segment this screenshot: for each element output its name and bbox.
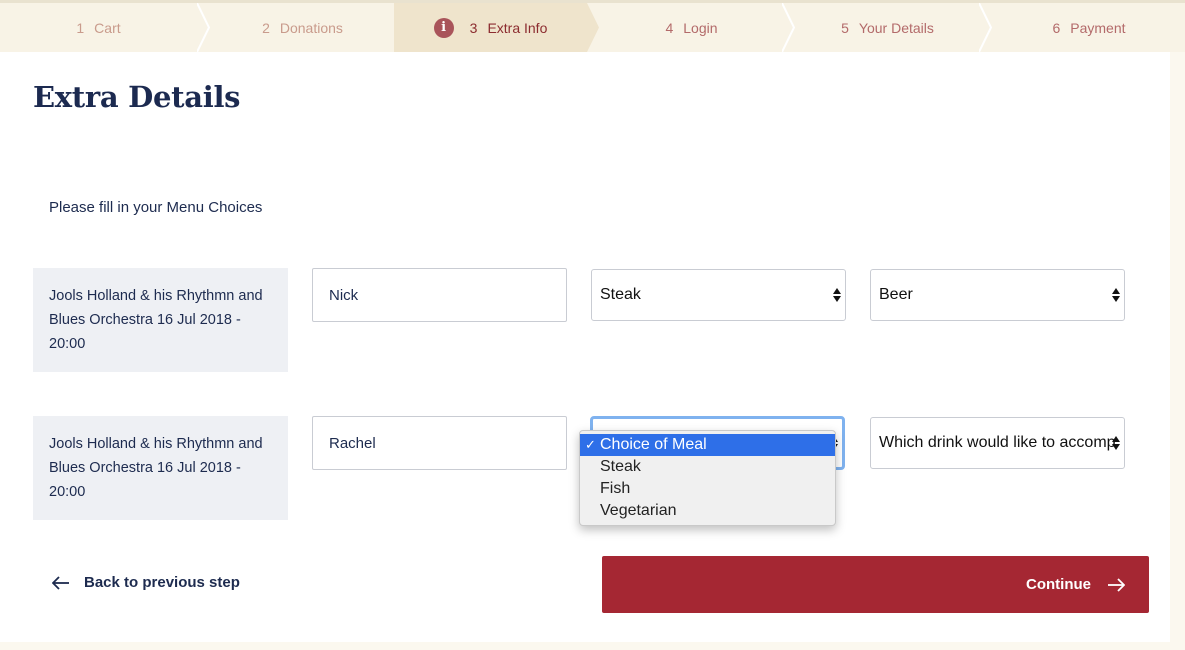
step-label: Payment — [1070, 19, 1126, 36]
page-title: Extra Details — [33, 80, 241, 114]
arrow-right-icon — [1108, 577, 1125, 592]
continue-button[interactable]: Continue — [602, 556, 1149, 613]
step-number: 2 — [262, 19, 270, 36]
meal-option-choice-of-meal[interactable]: ✓ Choice of Meal — [580, 434, 835, 456]
step-divider-icon — [979, 3, 993, 52]
step-payment[interactable]: 6 Payment — [993, 3, 1185, 52]
step-cart[interactable]: 1 Cart — [0, 3, 197, 52]
back-to-previous-step-link[interactable]: Back to previous step — [52, 574, 240, 591]
back-link-label: Back to previous step — [84, 574, 240, 591]
event-info-box: Jools Holland & his Rhythmn and Blues Or… — [33, 416, 288, 520]
step-label: Login — [683, 19, 718, 36]
meal-option-vegetarian[interactable]: Vegetarian — [580, 500, 835, 522]
extra-details-card: Extra Details Please fill in your Menu C… — [0, 52, 1170, 642]
meal-dropdown-menu: ✓ Choice of Meal Steak Fish Vegetarian — [579, 430, 836, 526]
step-login[interactable]: 4 Login — [601, 3, 782, 52]
step-divider-icon — [782, 3, 796, 52]
select-arrows-icon — [1112, 288, 1120, 302]
drink-select-value: Beer — [879, 286, 913, 303]
step-label: Donations — [279, 19, 343, 36]
option-label: Fish — [600, 480, 631, 497]
guest-name-input[interactable]: Nick — [312, 268, 567, 322]
step-number: 1 — [76, 19, 85, 36]
step-donations[interactable]: 2 Donations — [211, 3, 394, 52]
step-extra-info[interactable]: i 3 Extra Info — [394, 3, 587, 52]
meal-select-value: Steak — [600, 286, 641, 303]
guest-name-input[interactable]: Rachel — [312, 416, 567, 470]
checkout-stepper: 1 Cart 2 Donations i 3 Extra Info 4 Logi… — [0, 0, 1185, 52]
select-arrows-icon — [833, 288, 841, 302]
drink-select-value: Which drink would like to accomp — [879, 434, 1116, 451]
option-label: Steak — [600, 458, 641, 475]
step-number: 3 — [469, 19, 478, 36]
meal-option-steak[interactable]: Steak — [580, 456, 835, 478]
select-arrows-icon — [1112, 436, 1120, 450]
checkmark-icon: ✓ — [585, 437, 596, 452]
menu-choices-instruction: Please fill in your Menu Choices — [49, 199, 263, 216]
continue-button-label: Continue — [1026, 576, 1091, 593]
info-icon: i — [433, 17, 454, 38]
step-label: Your Details — [858, 19, 934, 36]
meal-option-fish[interactable]: Fish — [580, 478, 835, 500]
step-number: 4 — [665, 19, 674, 36]
active-step-arrow-icon — [587, 3, 599, 52]
step-your-details[interactable]: 5 Your Details — [796, 3, 979, 52]
step-label: Cart — [94, 19, 121, 36]
step-divider-icon — [197, 3, 211, 52]
step-number: 5 — [841, 19, 849, 36]
option-label: Choice of Meal — [600, 436, 707, 453]
drink-select[interactable]: Which drink would like to accomp — [870, 417, 1125, 469]
step-number: 6 — [1052, 19, 1061, 36]
option-label: Vegetarian — [600, 502, 677, 519]
drink-select[interactable]: Beer — [870, 269, 1125, 321]
step-label: Extra Info — [487, 19, 548, 36]
event-info-box: Jools Holland & his Rhythmn and Blues Or… — [33, 268, 288, 372]
meal-select[interactable]: Steak — [591, 269, 846, 321]
arrow-left-icon — [52, 575, 69, 590]
